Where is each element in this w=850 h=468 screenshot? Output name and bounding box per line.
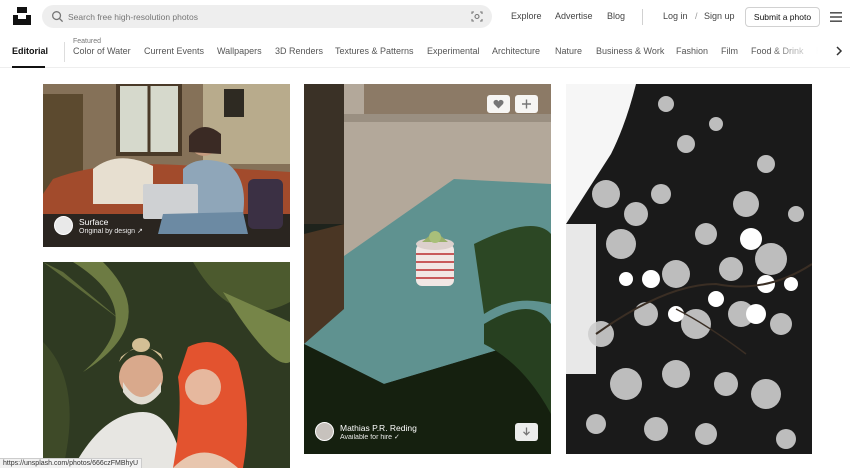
tab-current-events[interactable]: Current Events: [144, 46, 204, 56]
photo-card-couple[interactable]: [43, 262, 290, 468]
active-tab-indicator: [12, 66, 45, 68]
tab-wallpapers[interactable]: Wallpapers: [217, 46, 262, 56]
nav-blog[interactable]: Blog: [607, 11, 625, 21]
add-to-collection-button[interactable]: [515, 95, 538, 113]
download-icon: [523, 427, 530, 436]
photo-card-mathias[interactable]: Mathias P.R. Reding Available for hire ✓: [304, 84, 551, 454]
tab-business-work[interactable]: Business & Work: [596, 46, 664, 56]
search-input[interactable]: [68, 7, 448, 26]
hire-status[interactable]: Available for hire ✓: [340, 433, 417, 441]
tab-editorial[interactable]: Editorial: [12, 46, 48, 56]
search-bar[interactable]: [42, 5, 492, 28]
visual-search-icon[interactable]: [471, 11, 483, 22]
auth-separator: /: [695, 11, 698, 21]
tab-3d-renders[interactable]: 3D Renders: [275, 46, 323, 56]
photographer-name[interactable]: Mathias P.R. Reding: [340, 423, 417, 433]
header-divider: [642, 9, 643, 25]
nav-explore[interactable]: Explore: [511, 11, 542, 21]
topic-nav: Editorial Featured Color of Water Curren…: [0, 34, 850, 68]
photo-succulent-table: [304, 84, 551, 454]
sponsor-label[interactable]: Original by design ↗: [79, 227, 143, 235]
download-button[interactable]: [515, 423, 538, 441]
status-bar-url: https://unsplash.com/photos/666czFMBhyU: [0, 458, 143, 468]
photo-couple-embrace: [43, 262, 290, 468]
tab-nature[interactable]: Nature: [555, 46, 582, 56]
tab-experimental[interactable]: Experimental: [427, 46, 480, 56]
tab-film[interactable]: Film: [721, 46, 738, 56]
photo-credit-surface[interactable]: Surface Original by design ↗: [54, 216, 143, 235]
photo-card-surface[interactable]: Surface Original by design ↗: [43, 84, 290, 247]
heart-icon: [493, 99, 504, 109]
like-button[interactable]: [487, 95, 510, 113]
search-icon[interactable]: [51, 10, 64, 23]
photo-credit-mathias[interactable]: Mathias P.R. Reding Available for hire ✓: [315, 422, 417, 441]
submit-photo-button[interactable]: Submit a photo: [745, 7, 820, 27]
tab-textures-patterns[interactable]: Textures & Patterns: [335, 46, 414, 56]
top-header: Explore Advertise Blog Log in / Sign up …: [0, 0, 850, 34]
signup-link[interactable]: Sign up: [704, 11, 735, 21]
unsplash-logo-icon[interactable]: [12, 6, 32, 26]
tab-architecture[interactable]: Architecture: [492, 46, 540, 56]
plus-icon: [522, 99, 531, 109]
nav-advertise[interactable]: Advertise: [555, 11, 593, 21]
topic-fade: [770, 34, 830, 67]
topic-divider: [64, 42, 65, 62]
tab-color-of-water[interactable]: Color of Water: [73, 46, 131, 56]
avatar[interactable]: [54, 216, 73, 235]
photo-white-blossoms: [566, 84, 812, 454]
photo-card-blossom[interactable]: [566, 84, 812, 454]
chevron-right-icon[interactable]: [834, 46, 844, 56]
featured-label: Featured: [73, 38, 102, 45]
hamburger-menu-icon[interactable]: [830, 12, 842, 22]
photographer-name[interactable]: Surface: [79, 217, 143, 227]
tab-fashion[interactable]: Fashion: [676, 46, 708, 56]
avatar[interactable]: [315, 422, 334, 441]
login-link[interactable]: Log in: [663, 11, 688, 21]
